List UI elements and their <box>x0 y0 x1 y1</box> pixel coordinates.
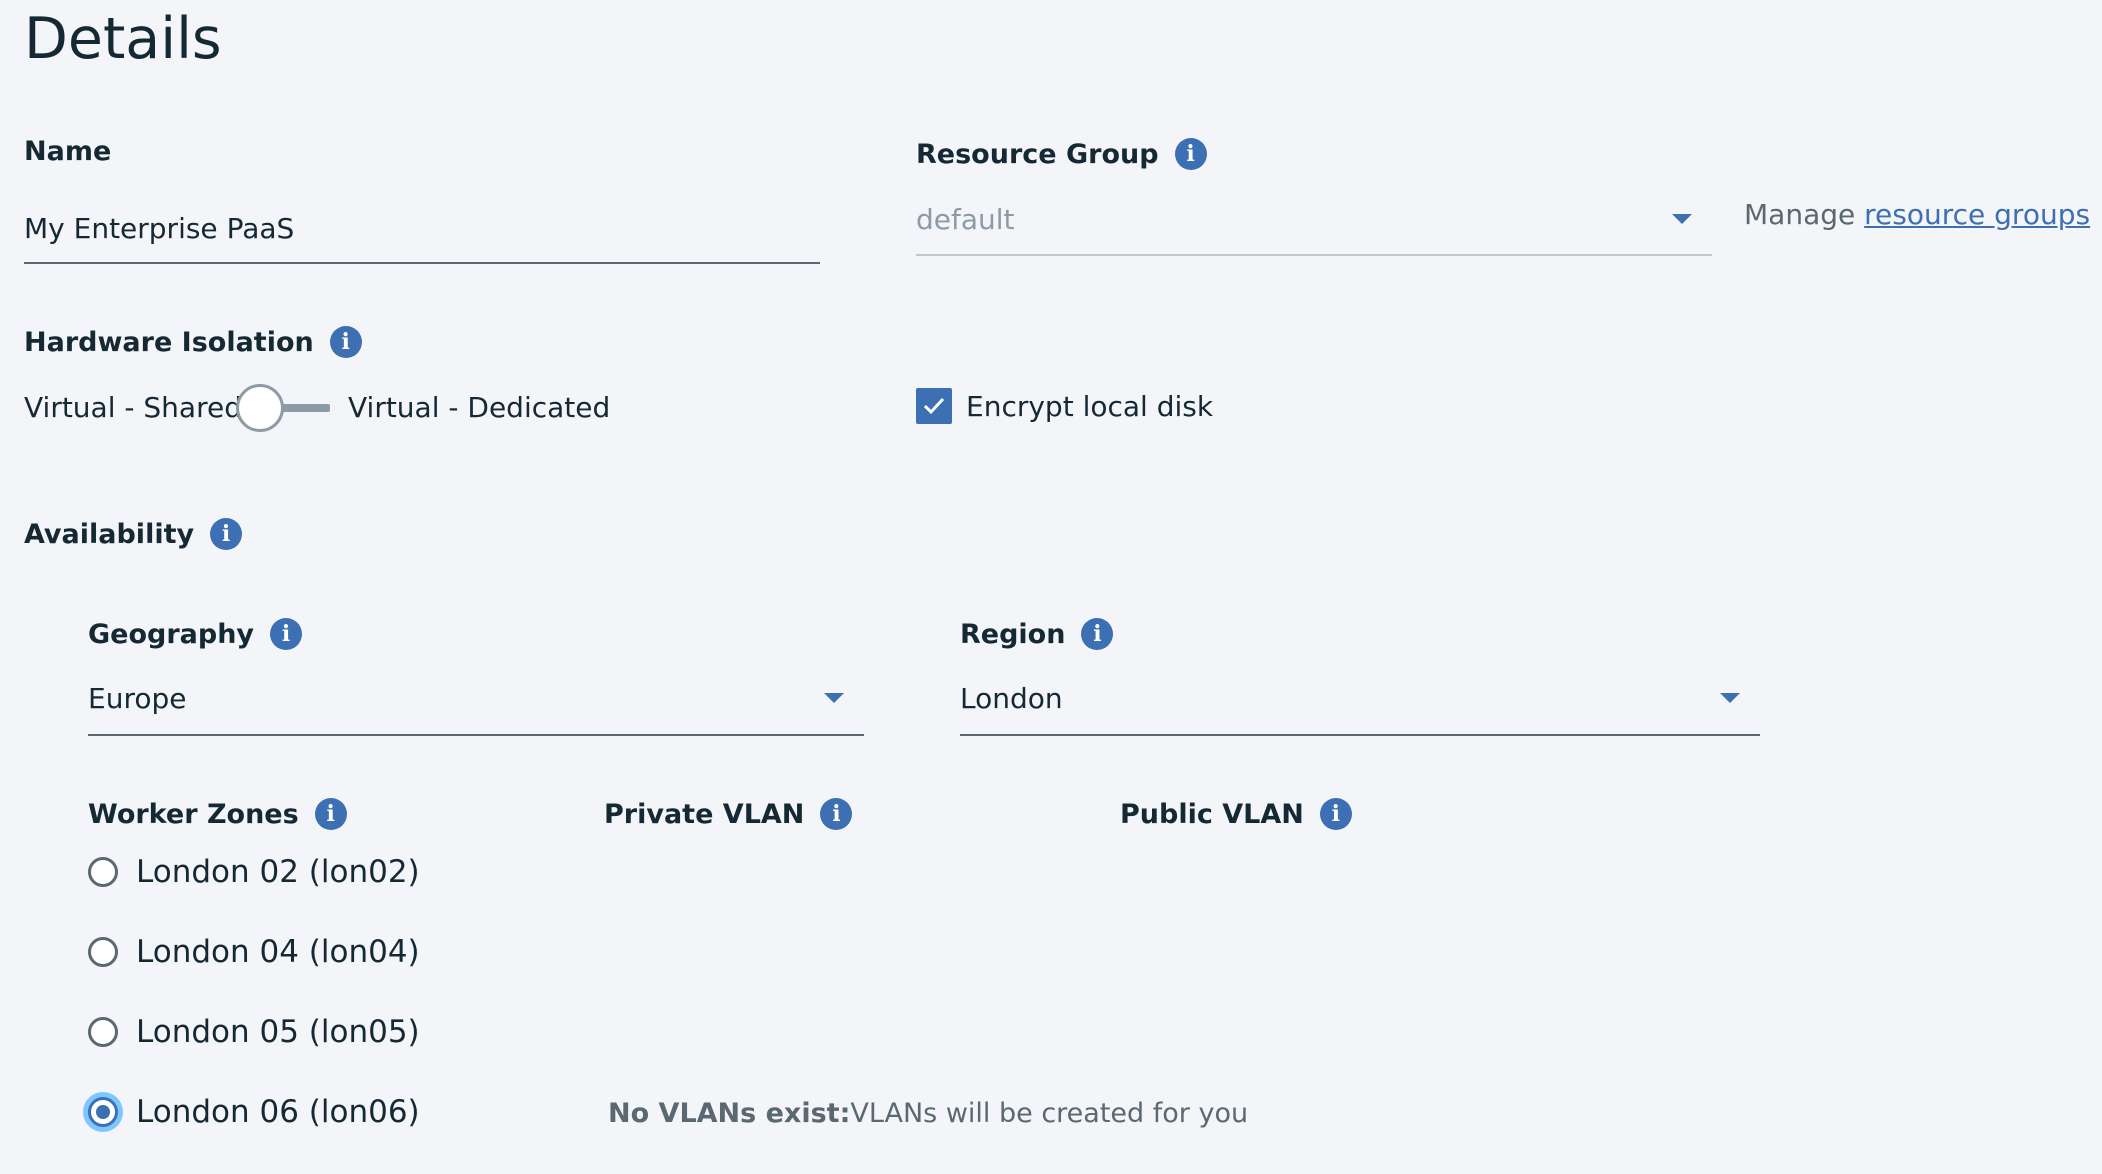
vlan-notice: No VLANs exist:VLANs will be created for… <box>608 1098 1248 1129</box>
worker-zones-label: Worker Zones i <box>88 798 347 830</box>
encrypt-disk-label: Encrypt local disk <box>966 389 1214 423</box>
info-icon[interactable]: i <box>1319 798 1352 830</box>
name-label: Name <box>24 136 111 167</box>
geography-label-text: Geography <box>88 618 255 650</box>
zone-label: London 04 (lon04) <box>136 934 420 970</box>
resource-group-label: Resource Group i <box>916 138 1207 170</box>
hardware-isolation-label: Hardware Isolation i <box>24 326 362 358</box>
encrypt-disk-option[interactable]: Encrypt local disk <box>916 388 1213 424</box>
radio-button[interactable] <box>88 937 118 967</box>
info-icon[interactable]: i <box>329 326 362 358</box>
region-label-text: Region <box>960 618 1066 650</box>
info-icon[interactable]: i <box>314 798 347 830</box>
availability-label-text: Availability <box>24 518 195 550</box>
zone-option-lon04[interactable]: London 04 (lon04) <box>88 934 420 970</box>
vlan-notice-text: VLANs will be created for you <box>850 1098 1249 1129</box>
chevron-down-icon <box>824 693 844 703</box>
private-vlan-label: Private VLAN i <box>604 798 853 830</box>
radio-button[interactable] <box>88 1017 118 1047</box>
geography-select[interactable]: Europe <box>88 662 864 736</box>
worker-zones-label-text: Worker Zones <box>88 798 299 830</box>
region-value: London <box>960 681 1063 715</box>
zone-option-lon06[interactable]: London 06 (lon06) <box>88 1094 420 1130</box>
private-vlan-label-text: Private VLAN <box>604 798 805 830</box>
public-vlan-label: Public VLAN i <box>1120 798 1352 830</box>
hardware-isolation-toggle[interactable] <box>236 384 332 432</box>
region-label: Region i <box>960 618 1114 650</box>
toggle-knob <box>236 384 284 432</box>
geography-value: Europe <box>88 681 187 715</box>
vlan-notice-bold: No VLANs exist: <box>608 1098 851 1129</box>
zone-label: London 06 (lon06) <box>136 1094 420 1130</box>
checkmark-icon <box>923 397 945 415</box>
zone-label: London 05 (lon05) <box>136 1014 420 1050</box>
name-input-value: My Enterprise PaaS <box>24 211 295 245</box>
radio-button[interactable] <box>88 1097 118 1127</box>
resource-groups-link[interactable]: resource groups <box>1864 198 2090 231</box>
isolation-option-dedicated: Virtual - Dedicated <box>348 391 611 424</box>
manage-resource-groups: Manage resource groups <box>1744 198 2090 231</box>
zone-option-lon05[interactable]: London 05 (lon05) <box>88 1014 420 1050</box>
manage-prefix: Manage <box>1744 198 1856 231</box>
info-icon[interactable]: i <box>210 518 243 550</box>
info-icon[interactable]: i <box>1174 138 1207 170</box>
details-page: Details Name My Enterprise PaaS Resource… <box>0 0 2102 1174</box>
name-input[interactable]: My Enterprise PaaS <box>24 194 820 264</box>
info-icon[interactable]: i <box>270 618 303 650</box>
radio-button[interactable] <box>88 857 118 887</box>
encrypt-disk-checkbox[interactable] <box>916 388 952 424</box>
resource-group-value: default <box>916 202 1015 236</box>
info-icon[interactable]: i <box>1081 618 1114 650</box>
name-label-text: Name <box>24 136 112 167</box>
resource-group-select[interactable]: default <box>916 184 1712 256</box>
public-vlan-label-text: Public VLAN <box>1120 798 1304 830</box>
isolation-option-shared: Virtual - Shared <box>24 391 242 424</box>
chevron-down-icon <box>1720 693 1740 703</box>
chevron-down-icon <box>1672 214 1692 224</box>
geography-label: Geography i <box>88 618 303 650</box>
resource-group-label-text: Resource Group <box>916 138 1159 170</box>
availability-label: Availability i <box>24 518 243 550</box>
region-select[interactable]: London <box>960 662 1760 736</box>
page-title: Details <box>24 6 222 72</box>
info-icon[interactable]: i <box>820 798 853 830</box>
zone-option-lon02[interactable]: London 02 (lon02) <box>88 854 420 890</box>
hardware-isolation-label-text: Hardware Isolation <box>24 326 314 358</box>
zone-label: London 02 (lon02) <box>136 854 420 890</box>
